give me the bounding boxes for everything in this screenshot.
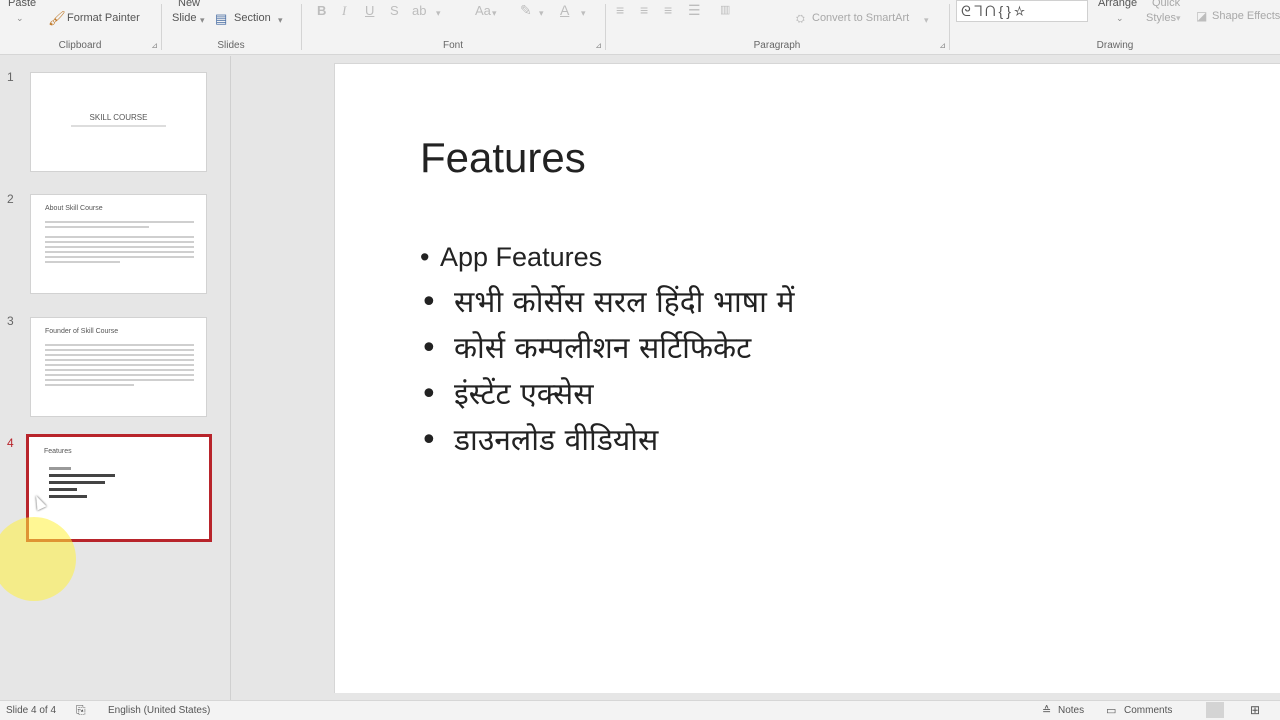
underline-button[interactable]: U [365,3,374,19]
slide-thumbnail-3[interactable]: Founder of Skill Course [30,317,207,417]
chevron-down-icon[interactable]: ▾ [278,12,283,28]
thumbnail-body [45,344,194,389]
thumbnail-number: 4 [7,436,14,450]
chevron-down-icon[interactable]: ▾ [581,5,586,21]
thumbnail-title: Features [44,448,72,455]
chevron-down-icon[interactable]: ▾ [1176,10,1181,26]
dialog-launcher-icon[interactable]: ⊿ [939,41,946,50]
format-painter-icon: 🖌 [48,10,66,26]
chevron-down-icon[interactable]: ▾ [924,12,929,28]
clipboard-group-label: Clipboard [58,40,102,51]
thumbnail-body [45,221,194,266]
slide-bullet[interactable]: डाउनलोड वीडियोस [420,418,794,464]
slide-title[interactable]: Features [420,134,586,182]
highlighter-icon[interactable]: ✎ [520,2,532,18]
clipboard-group: Paste ⌄ 🖌 Format Painter Clipboard ⊿ [0,0,160,54]
new-slide-label-top: New [178,0,201,9]
status-bar: Slide 4 of 4 ⎘ English (United States) ≙… [0,700,1280,720]
slide-bullet[interactable]: App Features [420,234,794,280]
slide-bullet[interactable]: इंस्टेंट एक्सेस [420,372,794,418]
align-right-icon[interactable]: ≡ [664,2,672,18]
comments-button[interactable]: Comments [1124,705,1172,716]
arrange-button[interactable]: Arrange [1098,0,1137,9]
quick-styles-button[interactable]: Styles [1146,12,1176,24]
slides-group-label: Slides [217,40,245,51]
columns-icon[interactable]: ▥ [720,2,730,18]
notes-icon: ≙ [1042,705,1052,717]
slide-editing-area[interactable]: Features App Features सभी कोर्सेस सरल हि… [232,56,1280,700]
thumbnail-subtitle-line [71,125,166,127]
slides-group: New Slide ▾ ▤ Section ▾ Slides [162,0,300,54]
chevron-down-icon[interactable]: ⌄ [1116,10,1124,26]
justify-icon[interactable]: ☰ [688,2,701,18]
notes-button[interactable]: Notes [1058,705,1084,716]
format-painter-button[interactable]: Format Painter [67,12,140,24]
strikethrough-button[interactable]: S [390,3,399,19]
shapes-gallery[interactable]: ᘓᒣᑎ{}☆ [956,0,1088,22]
align-center-icon[interactable]: ≡ [640,2,648,18]
slide-sorter-icon[interactable]: ⊞ [1250,703,1260,717]
slide-body[interactable]: App Features सभी कोर्सेस सरल हिंदी भाषा … [420,234,794,464]
slide-thumbnail-1[interactable]: SKILL COURSE [30,72,207,172]
dialog-launcher-icon[interactable]: ⊿ [151,41,158,50]
ribbon: Paste ⌄ 🖌 Format Painter Clipboard ⊿ New… [0,0,1280,55]
paragraph-group-label: Paragraph [753,40,801,51]
change-case-button[interactable]: Aa [475,3,491,19]
thumbnail-number: 2 [7,192,14,206]
font-group-label: Font [442,40,463,51]
comment-icon: ▭ [1106,705,1117,717]
dialog-launcher-icon[interactable]: ⊿ [595,41,602,50]
font-group: B I U S ab ▾ Aa ▾ ✎ ▾ A ▾ Font ⊿ [302,0,604,54]
paste-button[interactable]: Paste [8,0,36,9]
thumbnail-title: Founder of Skill Course [45,328,119,335]
new-slide-button[interactable]: Slide [172,12,196,24]
character-spacing-icon[interactable]: ab [412,3,426,19]
drawing-group-label: Drawing [1096,40,1134,51]
thumbnail-title: About Skill Course [45,205,103,212]
chevron-down-icon[interactable]: ▾ [539,5,544,21]
slide-counter[interactable]: Slide 4 of 4 [6,705,56,716]
slide-bullet[interactable]: सभी कोर्सेस सरल हिंदी भाषा में [420,280,794,326]
font-color-button[interactable]: A [560,2,569,18]
smartart-icon: ⛭ [796,13,805,25]
spell-check-icon[interactable]: ⎘ [76,703,86,718]
thumbnail-number: 1 [7,70,14,84]
normal-view-button[interactable] [1206,702,1224,718]
cursor-highlight [0,517,76,601]
chevron-down-icon[interactable]: ▾ [436,5,441,21]
drawing-group: ᘓᒣᑎ{}☆ Arrange ⌄ Quick Styles ▾ ◪ Shape … [950,0,1280,54]
slide-thumbnail-panel[interactable]: 1 SKILL COURSE 2 About Skill Course 3 Fo… [0,56,231,700]
shape-effects-button[interactable]: Shape Effects [1212,10,1280,22]
language-indicator[interactable]: English (United States) [108,705,210,716]
section-icon: ▤ [215,11,228,26]
paragraph-group: ≡ ≡ ≡ ☰ ▥ ⛭ Convert to SmartArt ▾ Paragr… [606,0,948,54]
italic-button[interactable]: I [342,3,346,19]
thumbnail-body [49,467,197,502]
thumbnail-number: 3 [7,314,14,328]
thumbnail-title: SKILL COURSE [89,113,148,122]
chevron-down-icon[interactable]: ▾ [200,12,205,28]
slide-bullet[interactable]: कोर्स कम्पलीशन सर्टिफिकेट [420,326,794,372]
section-button[interactable]: Section [234,12,271,24]
align-left-icon[interactable]: ≡ [616,2,624,18]
chevron-down-icon[interactable]: ⌄ [16,10,24,26]
chevron-down-icon[interactable]: ▾ [492,5,497,21]
slide-thumbnail-2[interactable]: About Skill Course [30,194,207,294]
quick-styles-label-top: Quick [1152,0,1181,9]
bold-button[interactable]: B [317,3,326,19]
shapes-gallery-items[interactable]: ᘓᒣᑎ{}☆ [961,3,1028,19]
current-slide[interactable]: Features App Features सभी कोर्सेस सरल हि… [334,63,1280,693]
convert-smartart-button[interactable]: Convert to SmartArt [812,12,909,24]
shape-effects-icon: ◪ [1196,9,1208,23]
